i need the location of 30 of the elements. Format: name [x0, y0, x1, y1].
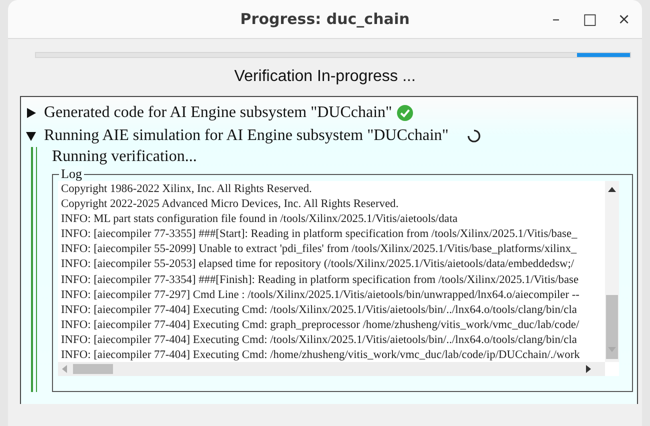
expanded-arrow-icon[interactable] — [26, 130, 36, 140]
log-line: INFO: [aiecompiler 77-3354] ###[Finish]: Reading in platform specification from /tools/Xilinx/2025.1/Vitis/base — [61, 272, 579, 288]
scroll-thumb[interactable] — [73, 364, 113, 374]
log-line: Copyright 1986-2022 Xilinx, Inc. All Rights Reserved. — [61, 182, 312, 197]
log-line: INFO: [aiecompiler 55-2053] elapsed time for repository (/tools/Xilinx/2025.1/Vitis/aietools/data/embeddedsw;/ — [61, 257, 574, 272]
scroll-left-icon[interactable] — [62, 365, 67, 373]
log-line: INFO: ML part stats configuration file found in /tools/Xilinx/2025.1/Vitis/aietools/data — [61, 212, 458, 228]
task-label: Generated code for AI Engine subsystem "DUCchain" — [44, 104, 392, 122]
scroll-thumb[interactable] — [606, 295, 618, 359]
log-line: INFO: [aiecompiler 55-2099] Unable to extract 'pdi_files' from /tools/Xilinx/2025.1/Vitis/base_platforms/xilinx_ — [61, 242, 577, 258]
scroll-up-icon[interactable] — [608, 187, 616, 192]
window-title: Progress: duc_chain — [240, 10, 410, 28]
log-line: INFO: [aiecompiler 77-404] Executing Cmd: /tools/Xilinx/2025.1/Vitis/aietools/bin/../lnx64.o/tools/clang/bin/cla — [61, 302, 577, 318]
maximize-button[interactable]: □ — [576, 7, 604, 31]
log-line: INFO: [aiecompiler 77-404] Executing Cmd: /home/zhusheng/vitis_work/vmc_duc/lab/code/ip/DUCchain/./work — [61, 348, 580, 362]
status-text: Verification In-progress ... — [233, 68, 417, 87]
close-button[interactable]: × — [610, 7, 638, 31]
minimize-button[interactable]: – — [542, 7, 570, 31]
log-line: INFO: [aiecompiler 77-297] Cmd Line : /tools/Xilinx/2025.1/Vitis/aietools/bin/unwrapped/lnx64.o/aiecompiler -- — [61, 288, 580, 303]
task-label: Running AIE simulation for AI Engine subsystem "DUCchain" — [44, 126, 449, 144]
status-message: Running verification... — [52, 147, 197, 167]
log-line: INFO: [aiecompiler 77-3355] ###[Start]: Reading in platform specification from /tools/Xilinx/2025.1/Vitis/base_ — [61, 227, 578, 242]
horizontal-scrollbar[interactable] — [58, 362, 605, 376]
log-line: Copyright 2022-2025 Advanced Micro Devices, Inc. All Rights Reserved. — [61, 197, 399, 212]
vertical-scrollbar[interactable] — [605, 181, 619, 362]
log-line: INFO: [aiecompiler 77-404] Executing Cmd: graph_preprocessor /home/zhusheng/vitis_work/vmc_duc/lab/code/ — [61, 318, 580, 333]
collapsed-arrow-icon[interactable] — [26, 108, 36, 118]
scroll-right-icon[interactable] — [586, 365, 591, 373]
log-label: Log — [59, 166, 84, 182]
log-line: INFO: [aiecompiler 77-404] Executing Cmd: /tools/Xilinx/2025.1/Vitis/aietools/bin/../lnx64.o/tools/clang/bin/cla — [61, 332, 577, 348]
